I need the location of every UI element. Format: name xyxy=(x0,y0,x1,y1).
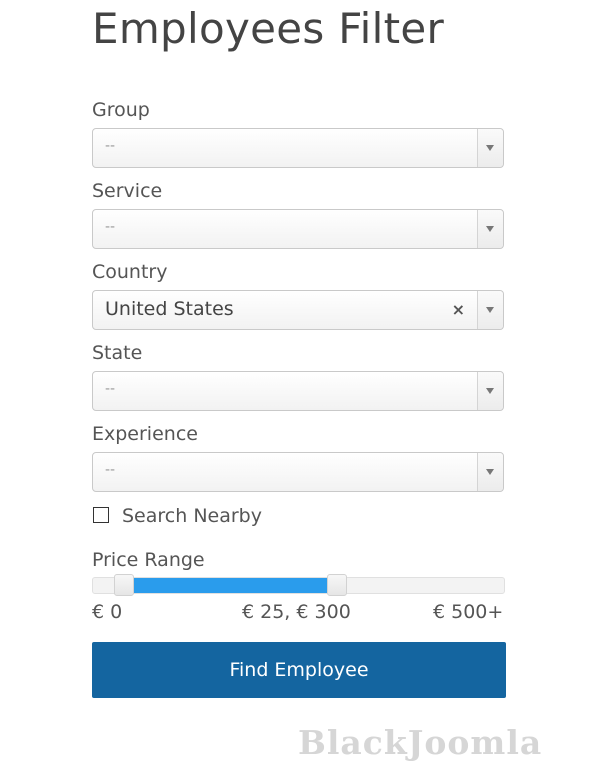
country-select-value: United States xyxy=(105,298,234,320)
state-select-arrow[interactable] xyxy=(477,372,503,410)
chevron-down-icon xyxy=(486,307,494,313)
state-label: State xyxy=(92,342,143,364)
country-label: Country xyxy=(92,261,168,283)
service-label: Service xyxy=(92,180,163,202)
chevron-down-icon xyxy=(486,145,494,151)
search-nearby-label[interactable]: Search Nearby xyxy=(122,505,262,527)
blackjoomla-watermark: BlackJoomla xyxy=(298,723,543,762)
service-select[interactable]: -- xyxy=(92,209,504,249)
search-nearby-checkbox[interactable] xyxy=(93,507,109,523)
service-select-value: -- xyxy=(105,219,116,235)
group-label: Group xyxy=(92,99,150,121)
page-title: Employees Filter xyxy=(92,4,445,53)
service-select-arrow[interactable] xyxy=(477,210,503,248)
find-employee-button[interactable]: Find Employee xyxy=(92,642,506,698)
state-select[interactable]: -- xyxy=(92,371,504,411)
experience-select[interactable]: -- xyxy=(92,452,504,492)
price-max-label: € 500+ xyxy=(433,601,504,623)
experience-label: Experience xyxy=(92,423,198,445)
price-range-low-handle[interactable] xyxy=(114,574,135,596)
chevron-down-icon xyxy=(486,469,494,475)
group-select-arrow[interactable] xyxy=(477,129,503,167)
country-select-arrow[interactable] xyxy=(477,291,503,329)
group-select-value: -- xyxy=(105,138,116,154)
price-range-high-handle[interactable] xyxy=(327,574,348,596)
price-current-label: € 25, € 300 xyxy=(242,601,351,623)
price-range-fill xyxy=(124,578,338,593)
experience-select-value: -- xyxy=(105,462,116,478)
close-icon[interactable]: × xyxy=(452,300,465,319)
experience-select-arrow[interactable] xyxy=(477,453,503,491)
chevron-down-icon xyxy=(486,226,494,232)
chevron-down-icon xyxy=(486,388,494,394)
group-select[interactable]: -- xyxy=(92,128,504,168)
state-select-value: -- xyxy=(105,381,116,397)
country-select[interactable]: United States × xyxy=(92,290,504,330)
price-range-label: Price Range xyxy=(92,549,205,571)
price-min-label: € 0 xyxy=(92,601,123,623)
price-range-slider[interactable] xyxy=(92,574,505,596)
